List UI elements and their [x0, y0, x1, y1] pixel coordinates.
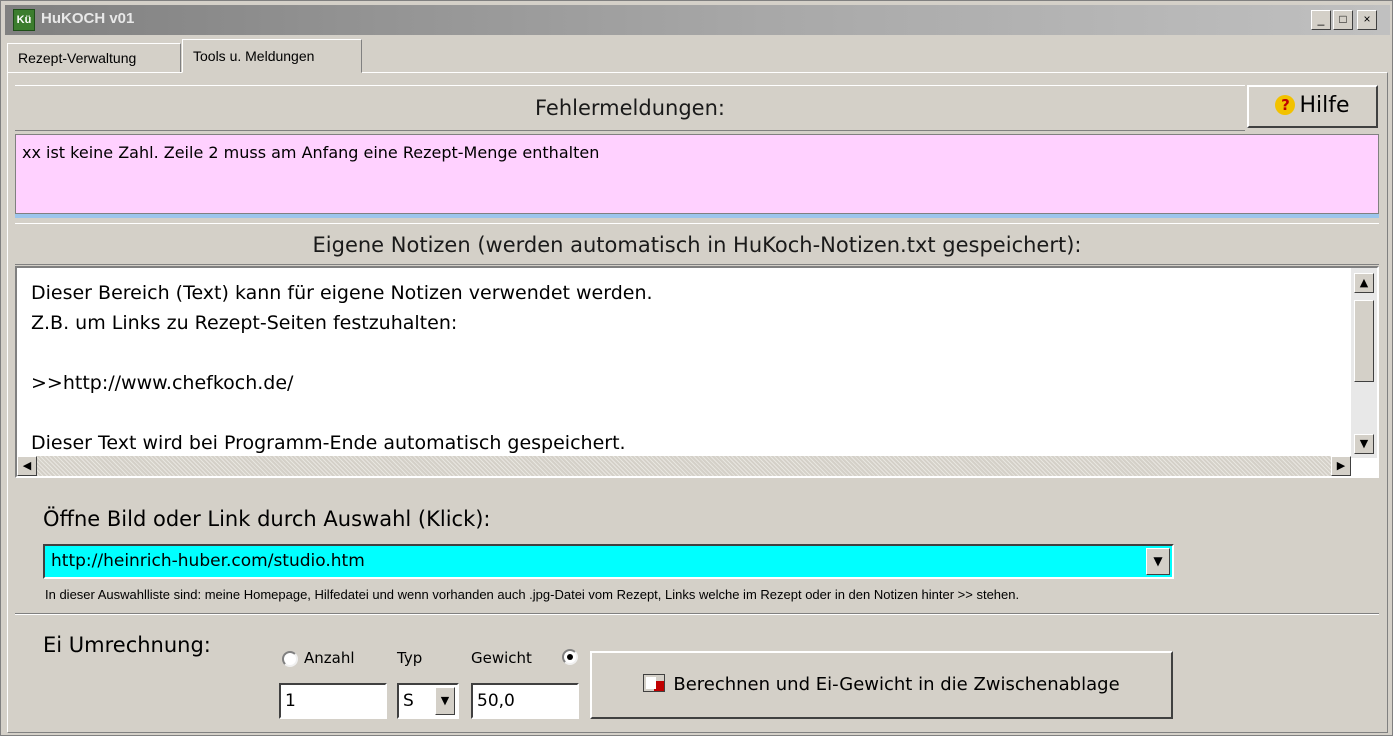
calculate-button-label: Berechnen und Ei-Gewicht in die Zwischen… — [673, 674, 1120, 695]
scroll-left-icon[interactable]: ◀ — [17, 456, 37, 476]
close-button[interactable]: × — [1357, 10, 1377, 30]
scroll-thumb[interactable] — [1354, 300, 1374, 382]
scroll-right-icon[interactable]: ▶ — [1331, 456, 1351, 476]
chevron-down-icon[interactable]: ▼ — [435, 687, 455, 715]
errors-header: Fehlermeldungen: — [15, 85, 1245, 131]
typ-select[interactable]: S ▼ — [397, 683, 459, 719]
clipboard-icon — [643, 674, 666, 692]
notes-line: >>http://www.chefkoch.de/ — [31, 372, 294, 394]
scroll-down-icon[interactable]: ▼ — [1354, 434, 1374, 454]
minimize-button[interactable]: _ — [1311, 10, 1331, 30]
egg-title: Ei Umrechnung: — [43, 633, 211, 657]
chevron-down-icon[interactable]: ▼ — [1146, 548, 1170, 575]
error-message: xx ist keine Zahl. Zeile 2 muss am Anfan… — [22, 143, 600, 162]
tab-rezept-verwaltung[interactable]: Rezept-Verwaltung — [7, 43, 181, 73]
notes-line — [31, 398, 653, 428]
anzahl-label: Anzahl — [304, 649, 355, 667]
maximize-button[interactable]: □ — [1333, 10, 1353, 30]
app-logo-icon: Kü — [13, 9, 35, 31]
anzahl-input[interactable]: 1 — [279, 683, 387, 719]
horizontal-scrollbar[interactable]: ◀ ▶ — [17, 456, 1351, 476]
question-icon: ? — [1275, 95, 1296, 115]
notes-textarea[interactable]: Dieser Bereich (Text) kann für eigene No… — [15, 266, 1379, 478]
title-bar[interactable]: Kü HuKOCH v01 _ □ × — [5, 5, 1390, 35]
notes-line — [31, 338, 653, 368]
gewicht-label: Gewicht — [471, 649, 532, 667]
notes-header: Eigene Notizen (werden automatisch in Hu… — [15, 223, 1379, 265]
radio-anzahl[interactable] — [282, 651, 298, 667]
typ-select-value: S — [403, 691, 414, 711]
scroll-up-icon[interactable]: ▲ — [1354, 273, 1374, 293]
section-divider — [15, 613, 1379, 615]
notes-line: Z.B. um Links zu Rezept-Seiten festzuhal… — [31, 312, 458, 334]
calculate-button[interactable]: Berechnen und Ei-Gewicht in die Zwischen… — [590, 651, 1173, 719]
link-select[interactable]: http://heinrich-huber.com/studio.htm ▼ — [43, 544, 1174, 579]
typ-label: Typ — [397, 649, 423, 667]
help-button-label: Hilfe — [1299, 93, 1350, 118]
error-message-box: xx ist keine Zahl. Zeile 2 muss am Anfan… — [15, 134, 1379, 214]
vertical-scrollbar[interactable]: ▲ ▼ — [1351, 268, 1377, 458]
notes-content[interactable]: Dieser Bereich (Text) kann für eigene No… — [31, 278, 653, 458]
tab-tools-meldungen[interactable]: Tools u. Meldungen — [182, 39, 362, 73]
link-select-value: http://heinrich-huber.com/studio.htm — [51, 551, 365, 571]
help-button[interactable]: ? Hilfe — [1247, 85, 1378, 128]
section-divider — [15, 214, 1379, 218]
open-link-label: Öffne Bild oder Link durch Auswahl (Klic… — [43, 507, 491, 531]
notes-line: Dieser Text wird bei Programm-Ende autom… — [31, 432, 626, 454]
app-window: Kü HuKOCH v01 _ □ × Rezept-Verwaltung To… — [0, 0, 1393, 736]
gewicht-input[interactable]: 50,0 — [471, 683, 579, 719]
window-title: HuKOCH v01 — [41, 10, 135, 27]
notes-line: Dieser Bereich (Text) kann für eigene No… — [31, 282, 653, 304]
link-hint: In dieser Auswahlliste sind: meine Homep… — [45, 587, 1020, 602]
radio-gewicht[interactable] — [562, 649, 578, 665]
